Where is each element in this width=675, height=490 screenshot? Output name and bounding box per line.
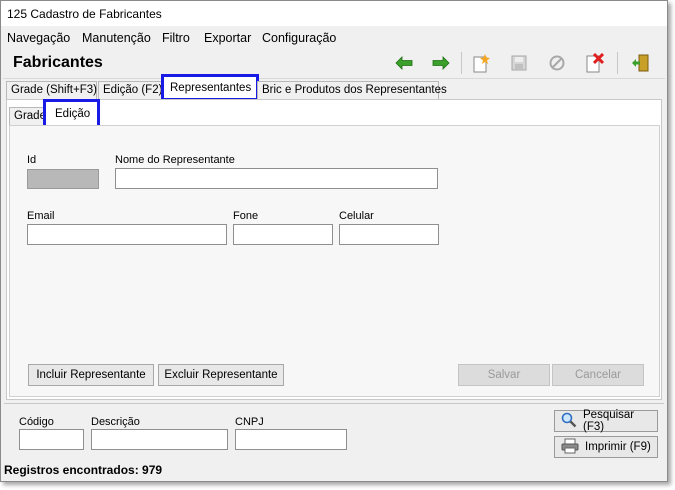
title-bar: 125 Cadastro de Fabricantes	[1, 1, 667, 26]
imprimir-button[interactable]: Imprimir (F9)	[554, 436, 658, 458]
magnifier-icon	[561, 412, 577, 431]
cnpj-filter-field[interactable]	[235, 429, 347, 450]
cancelar-button: Cancelar	[552, 364, 644, 386]
menu-exportar[interactable]: Exportar	[204, 31, 251, 45]
celular-field[interactable]	[339, 224, 439, 245]
toolbar-separator	[617, 52, 618, 74]
pesquisar-button[interactable]: Pesquisar (F3)	[554, 409, 658, 433]
toolbar-separator	[461, 52, 462, 74]
pesquisar-label: Pesquisar (F3)	[583, 409, 635, 433]
celular-label: Celular	[339, 210, 374, 222]
main-window: 125 Cadastro de Fabricantes Navegação Ma…	[0, 0, 668, 482]
save-disk-icon	[508, 52, 530, 74]
email-field[interactable]	[27, 224, 227, 245]
descricao-label: Descrição	[91, 416, 140, 428]
tab-bric-produtos[interactable]: Bric e Produtos dos Representantes	[257, 81, 447, 99]
codigo-filter-field[interactable]	[19, 429, 84, 450]
descricao-filter-field[interactable]	[91, 429, 228, 450]
subtab-grade[interactable]: Grade	[9, 107, 46, 125]
fone-field[interactable]	[233, 224, 333, 245]
page-title: Fabricantes	[13, 54, 103, 71]
menu-manutencao[interactable]: Manutenção	[82, 31, 151, 45]
exit-door-icon[interactable]	[629, 52, 651, 74]
id-field	[27, 169, 99, 189]
nome-representante-field[interactable]	[115, 168, 438, 189]
codigo-label: Código	[19, 416, 54, 428]
nome-label: Nome do Representante	[115, 154, 235, 166]
menu-filtro[interactable]: Filtro	[162, 31, 190, 45]
email-label: Email	[27, 210, 55, 222]
window-title: 125 Cadastro de Fabricantes	[7, 7, 162, 21]
menu-bar: Navegação Manutenção Filtro Exportar Con…	[1, 27, 667, 47]
excluir-representante-button[interactable]: Excluir Representante	[158, 364, 284, 386]
cnpj-label: CNPJ	[235, 416, 264, 428]
id-label: Id	[27, 154, 37, 166]
back-arrow-icon[interactable]	[393, 52, 415, 74]
salvar-button: Salvar	[458, 364, 550, 386]
toolbar: Fabricantes	[3, 48, 665, 79]
status-bar: Registros encontrados: 979	[4, 463, 163, 477]
menu-configuracao[interactable]: Configuração	[262, 31, 336, 45]
incluir-representante-button[interactable]: Incluir Representante	[28, 364, 154, 386]
cancel-circle-icon	[546, 52, 568, 74]
tab-grade[interactable]: Grade (Shift+F3)	[6, 81, 97, 99]
tab-representantes[interactable]: Representantes	[161, 74, 259, 101]
imprimir-label: Imprimir (F9)	[585, 441, 651, 453]
tab-edicao[interactable]: Edição (F2)	[98, 81, 164, 99]
forward-arrow-icon[interactable]	[430, 52, 452, 74]
printer-icon	[561, 438, 579, 457]
subtab-edicao[interactable]: Edição	[43, 99, 100, 128]
menu-navegacao[interactable]: Navegação	[7, 31, 70, 45]
fone-label: Fone	[233, 210, 259, 222]
edicao-form-panel	[9, 125, 660, 397]
delete-icon[interactable]	[584, 52, 606, 74]
new-record-icon[interactable]	[470, 52, 492, 74]
